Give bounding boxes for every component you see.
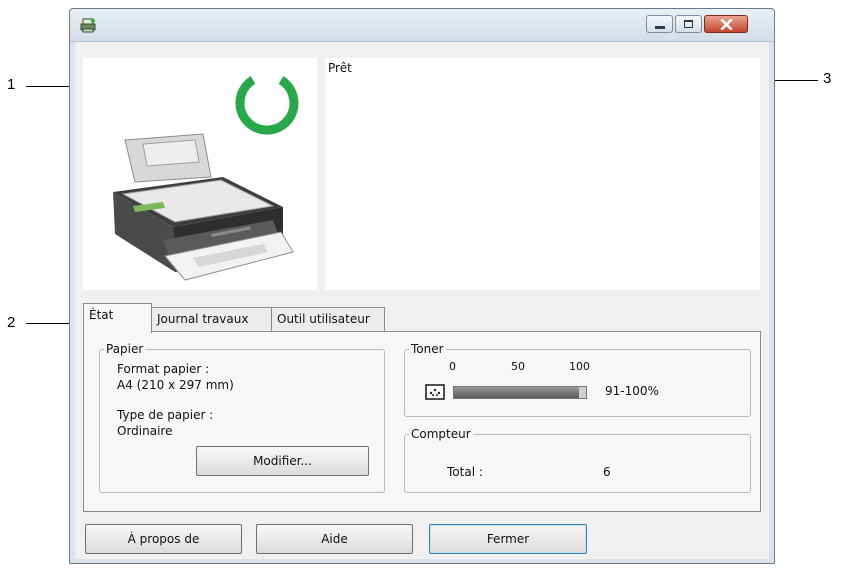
about-button-label: À propos de bbox=[127, 532, 200, 546]
modify-paper-button[interactable]: Modifier... bbox=[196, 446, 369, 476]
toner-scale-0: 0 bbox=[449, 360, 456, 373]
toner-level-fill bbox=[454, 387, 580, 398]
window-client-area: Prêt État Journal travaux Outil utilisat… bbox=[75, 42, 769, 559]
tab-journal-travaux[interactable]: Journal travaux bbox=[151, 307, 272, 331]
minimize-button[interactable] bbox=[646, 15, 673, 33]
maximize-button[interactable] bbox=[675, 15, 702, 33]
paper-format-value: A4 (210 x 297 mm) bbox=[117, 378, 234, 392]
about-button[interactable]: À propos de bbox=[85, 524, 242, 554]
printer-app-icon bbox=[80, 18, 96, 33]
etat-tab-panel: Papier Format papier : A4 (210 x 297 mm)… bbox=[83, 331, 761, 512]
toner-level-bar bbox=[453, 386, 587, 399]
callout-1: 1 bbox=[7, 76, 16, 93]
paper-group: Papier Format papier : A4 (210 x 297 mm)… bbox=[99, 342, 385, 493]
title-bar[interactable] bbox=[70, 9, 774, 42]
counter-total-label: Total : bbox=[447, 465, 483, 479]
paper-type-label: Type de papier : bbox=[117, 408, 214, 422]
callout-3: 3 bbox=[823, 70, 832, 87]
counter-group: Compteur Total : 6 bbox=[404, 427, 751, 493]
toner-level-text: 91-100% bbox=[605, 384, 659, 398]
close-window-button[interactable] bbox=[704, 15, 748, 33]
paper-group-title: Papier bbox=[106, 342, 144, 356]
tab-label: État bbox=[89, 308, 114, 322]
help-button[interactable]: Aide bbox=[256, 524, 413, 554]
tab-etat[interactable]: État bbox=[83, 303, 152, 333]
tab-label: Outil utilisateur bbox=[277, 312, 370, 326]
paper-format-label: Format papier : bbox=[117, 362, 210, 376]
toner-scale-100: 100 bbox=[569, 360, 590, 373]
tab-outil-utilisateur[interactable]: Outil utilisateur bbox=[271, 307, 385, 331]
status-message-panel: Prêt bbox=[325, 58, 760, 290]
close-button[interactable]: Fermer bbox=[429, 524, 587, 554]
minimize-icon bbox=[655, 26, 665, 29]
toner-group-title: Toner bbox=[411, 342, 444, 356]
callout-2: 2 bbox=[7, 314, 16, 331]
paper-type-value: Ordinaire bbox=[117, 424, 173, 438]
counter-group-title: Compteur bbox=[411, 427, 471, 441]
maximize-icon bbox=[684, 20, 693, 28]
tab-label: Journal travaux bbox=[157, 312, 249, 326]
status-monitor-window: Prêt État Journal travaux Outil utilisat… bbox=[69, 8, 775, 564]
counter-total-value: 6 bbox=[603, 465, 611, 479]
modify-paper-button-label: Modifier... bbox=[253, 454, 312, 468]
help-button-label: Aide bbox=[321, 532, 348, 546]
toner-cartridge-icon bbox=[425, 384, 445, 400]
close-icon bbox=[720, 19, 733, 30]
toner-group: Toner 0 50 100 91-100% bbox=[404, 342, 751, 417]
printer-illustration bbox=[113, 133, 294, 281]
toner-scale-50: 50 bbox=[511, 360, 525, 373]
status-message: Prêt bbox=[328, 61, 352, 75]
close-button-label: Fermer bbox=[486, 532, 530, 546]
printer-image-panel bbox=[83, 58, 317, 290]
